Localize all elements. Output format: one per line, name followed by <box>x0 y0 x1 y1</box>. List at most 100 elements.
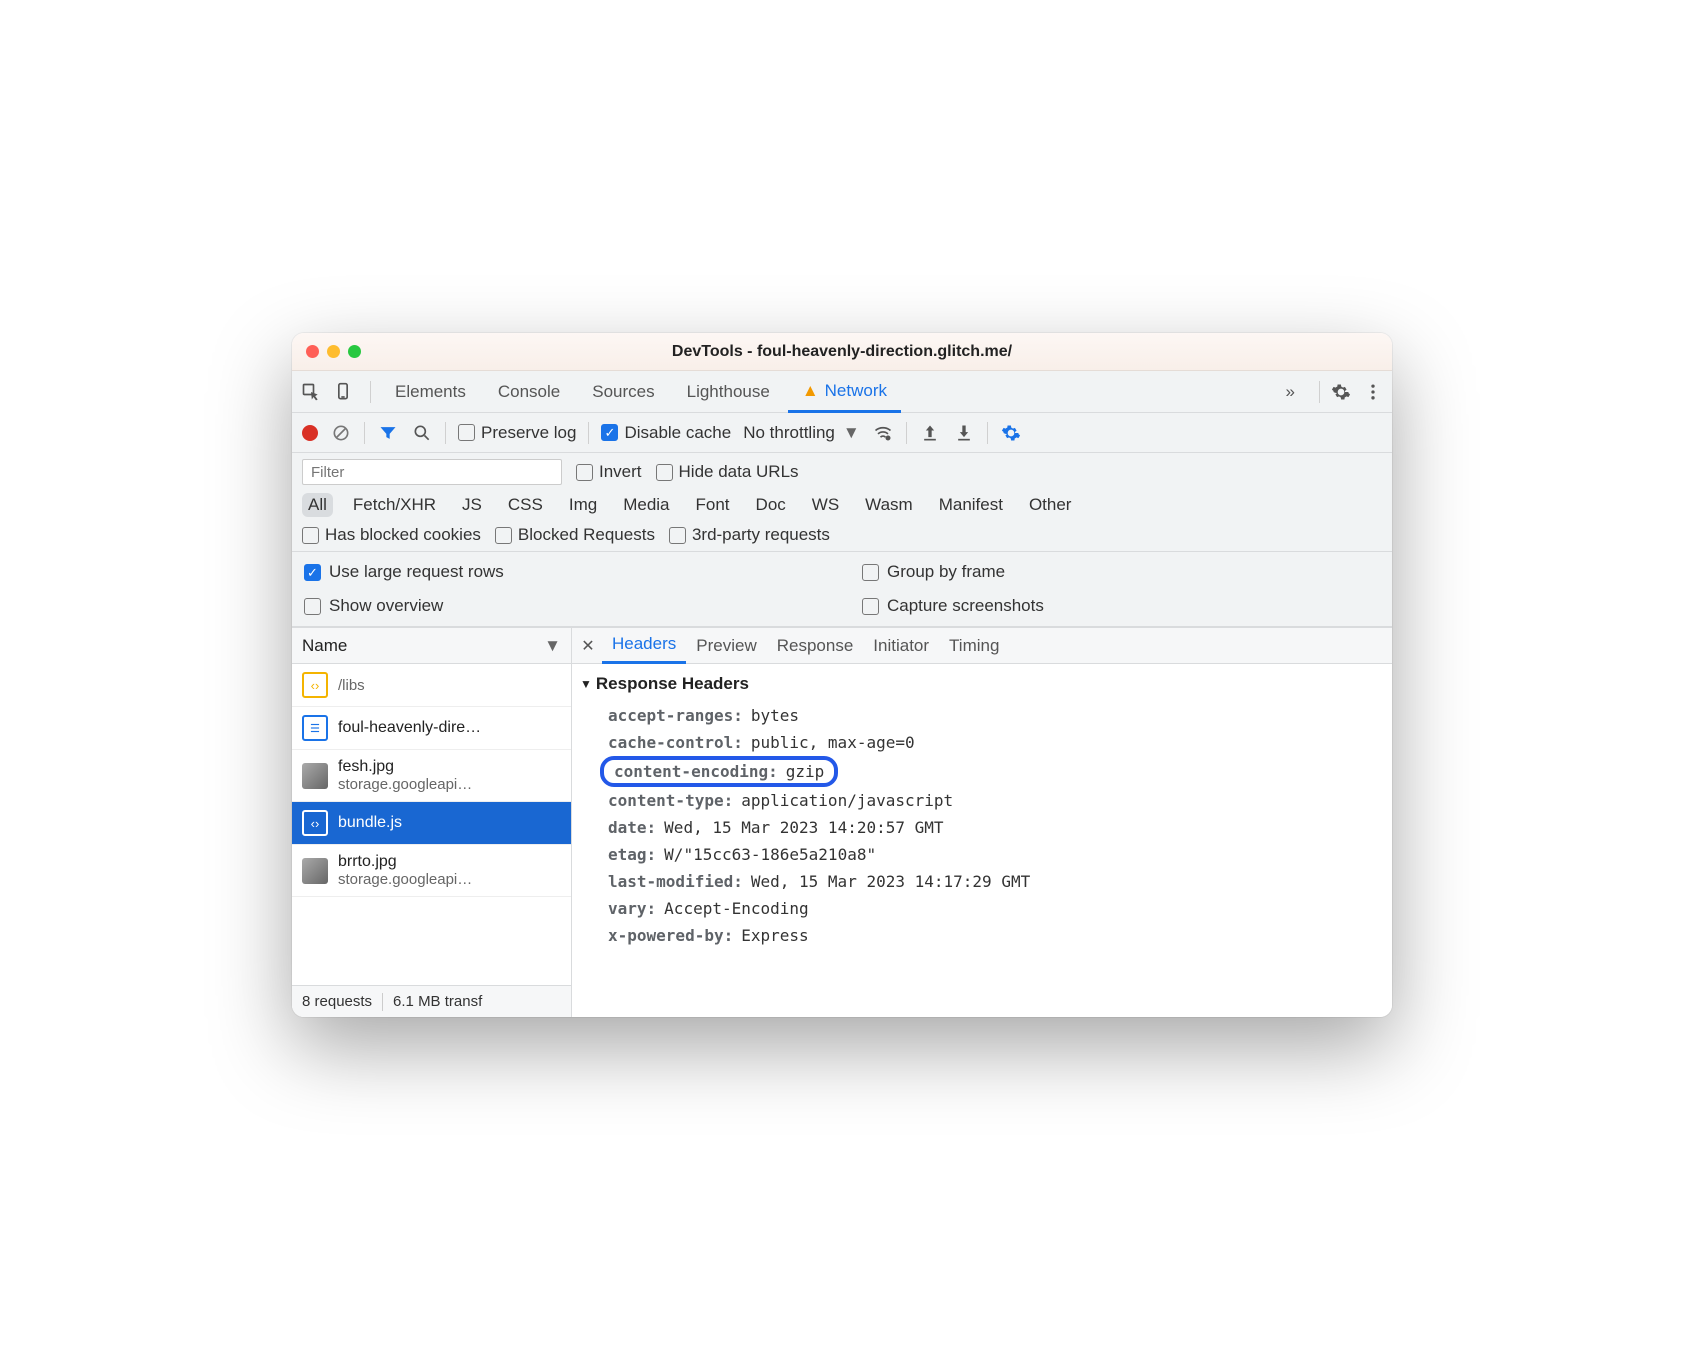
request-name: foul-heavenly-dire… <box>338 719 481 737</box>
throttling-select[interactable]: No throttling ▼ <box>743 423 860 443</box>
close-details-button[interactable]: ✕ <box>578 636 598 656</box>
minimize-window-button[interactable] <box>327 345 340 358</box>
response-header-row: etag:W/"15cc63-186e5a210a8" <box>580 841 1382 868</box>
device-toolbar-icon[interactable] <box>332 381 354 403</box>
img-file-icon <box>302 763 328 789</box>
request-list-header[interactable]: Name ▼ <box>292 628 571 664</box>
divider <box>906 422 907 444</box>
disable-cache-label: Disable cache <box>624 423 731 443</box>
third-party-checkbox[interactable]: 3rd-party requests <box>669 525 830 545</box>
tab-lighthouse[interactable]: Lighthouse <box>673 371 784 413</box>
filter-type-css[interactable]: CSS <box>502 493 549 517</box>
inspect-element-icon[interactable] <box>300 381 322 403</box>
header-value: Express <box>741 926 808 945</box>
filter-type-media[interactable]: Media <box>617 493 675 517</box>
header-value: Accept-Encoding <box>664 899 809 918</box>
has-blocked-cookies-checkbox[interactable]: Has blocked cookies <box>302 525 481 545</box>
request-subtitle: /libs <box>338 677 365 694</box>
warning-icon: ▲ <box>802 381 819 401</box>
filter-type-manifest[interactable]: Manifest <box>933 493 1009 517</box>
tab-network[interactable]: ▲Network <box>788 371 901 413</box>
preserve-log-checkbox[interactable]: Preserve log <box>458 423 576 443</box>
divider <box>364 422 365 444</box>
settings-icon[interactable] <box>1330 381 1352 403</box>
kebab-menu-icon[interactable] <box>1362 381 1384 403</box>
filter-type-other[interactable]: Other <box>1023 493 1078 517</box>
disable-cache-checkbox[interactable]: Disable cache <box>601 423 731 443</box>
filter-type-fetch-xhr[interactable]: Fetch/XHR <box>347 493 442 517</box>
search-icon[interactable] <box>411 422 433 444</box>
network-main: Name ▼ ‹›/libs foul-heavenly-dire… fesh.jp… <box>292 627 1392 1017</box>
request-row[interactable]: brrto.jpgstorage.googleapi… <box>292 845 571 897</box>
tab-label: Lighthouse <box>687 382 770 402</box>
tab-sources[interactable]: Sources <box>578 371 668 413</box>
request-row[interactable]: fesh.jpgstorage.googleapi… <box>292 750 571 802</box>
filter-type-img[interactable]: Img <box>563 493 603 517</box>
filter-type-font[interactable]: Font <box>690 493 736 517</box>
throttling-value: No throttling <box>743 423 835 443</box>
request-list: Name ▼ ‹›/libs foul-heavenly-dire… fesh.jp… <box>292 628 572 1017</box>
filter-type-ws[interactable]: WS <box>806 493 845 517</box>
response-headers-section[interactable]: ▼ Response Headers <box>580 674 1382 694</box>
filter-type-wasm[interactable]: Wasm <box>859 493 919 517</box>
request-row[interactable]: foul-heavenly-dire… <box>292 707 571 750</box>
response-header-row: x-powered-by:Express <box>580 922 1382 949</box>
use-large-rows-checkbox[interactable]: Use large request rows <box>304 562 822 582</box>
details-tab-headers[interactable]: Headers <box>602 628 686 664</box>
details-body: ▼ Response Headers accept-ranges:bytesca… <box>572 664 1392 963</box>
use-large-rows-label: Use large request rows <box>329 562 504 582</box>
maximize-window-button[interactable] <box>348 345 361 358</box>
header-key: accept-ranges: <box>608 706 743 725</box>
request-subtitle: storage.googleapi… <box>338 776 472 793</box>
filter-icon[interactable] <box>377 422 399 444</box>
traffic-lights <box>306 345 361 358</box>
header-key: etag: <box>608 845 656 864</box>
blocked-requests-checkbox[interactable]: Blocked Requests <box>495 525 655 545</box>
close-window-button[interactable] <box>306 345 319 358</box>
request-row[interactable]: ‹›/libs <box>292 664 571 707</box>
tab-label: Sources <box>592 382 654 402</box>
upload-har-icon[interactable] <box>919 422 941 444</box>
divider <box>445 422 446 444</box>
divider <box>588 422 589 444</box>
section-title-text: Response Headers <box>596 674 749 694</box>
download-har-icon[interactable] <box>953 422 975 444</box>
request-subtitle: storage.googleapi… <box>338 871 472 888</box>
filter-input[interactable] <box>302 459 562 485</box>
window-titlebar: DevTools - foul-heavenly-direction.glitc… <box>292 333 1392 371</box>
record-button[interactable] <box>302 425 318 441</box>
request-name: brrto.jpg <box>338 853 472 871</box>
details-tab-response[interactable]: Response <box>767 628 864 664</box>
details-tabs: ✕ HeadersPreviewResponseInitiatorTiming <box>572 628 1392 664</box>
details-tab-preview[interactable]: Preview <box>686 628 766 664</box>
divider <box>1319 381 1320 403</box>
filter-type-doc[interactable]: Doc <box>750 493 792 517</box>
capture-screenshots-checkbox[interactable]: Capture screenshots <box>862 596 1380 616</box>
response-header-row: vary:Accept-Encoding <box>580 895 1382 922</box>
show-overview-checkbox[interactable]: Show overview <box>304 596 822 616</box>
response-header-row: cache-control:public, max-age=0 <box>580 729 1382 756</box>
tab-console[interactable]: Console <box>484 371 574 413</box>
highlighted-header: content-encoding:gzip <box>600 756 838 787</box>
footer-requests: 8 requests <box>302 993 372 1010</box>
disclosure-triangle-icon: ▼ <box>580 677 592 691</box>
hide-data-urls-checkbox[interactable]: Hide data URLs <box>656 462 799 482</box>
devtools-tabstrip: Elements Console Sources Lighthouse ▲Network… <box>292 371 1392 413</box>
filter-type-js[interactable]: JS <box>456 493 488 517</box>
window-title: DevTools - foul-heavenly-direction.glitc… <box>672 343 1012 361</box>
network-conditions-icon[interactable] <box>872 422 894 444</box>
details-tab-timing[interactable]: Timing <box>939 628 1009 664</box>
filter-type-all[interactable]: All <box>302 493 333 517</box>
blocked-requests-label: Blocked Requests <box>518 525 655 545</box>
clear-icon[interactable] <box>330 422 352 444</box>
header-key: last-modified: <box>608 872 743 891</box>
more-tabs-button[interactable]: » <box>1272 371 1309 413</box>
network-settings-icon[interactable] <box>1000 422 1022 444</box>
request-row[interactable]: ‹›bundle.js <box>292 802 571 845</box>
tab-elements[interactable]: Elements <box>381 371 480 413</box>
invert-checkbox[interactable]: Invert <box>576 462 642 482</box>
details-tab-initiator[interactable]: Initiator <box>863 628 939 664</box>
group-by-frame-checkbox[interactable]: Group by frame <box>862 562 1380 582</box>
header-value: application/javascript <box>741 791 953 810</box>
tab-label: Elements <box>395 382 466 402</box>
